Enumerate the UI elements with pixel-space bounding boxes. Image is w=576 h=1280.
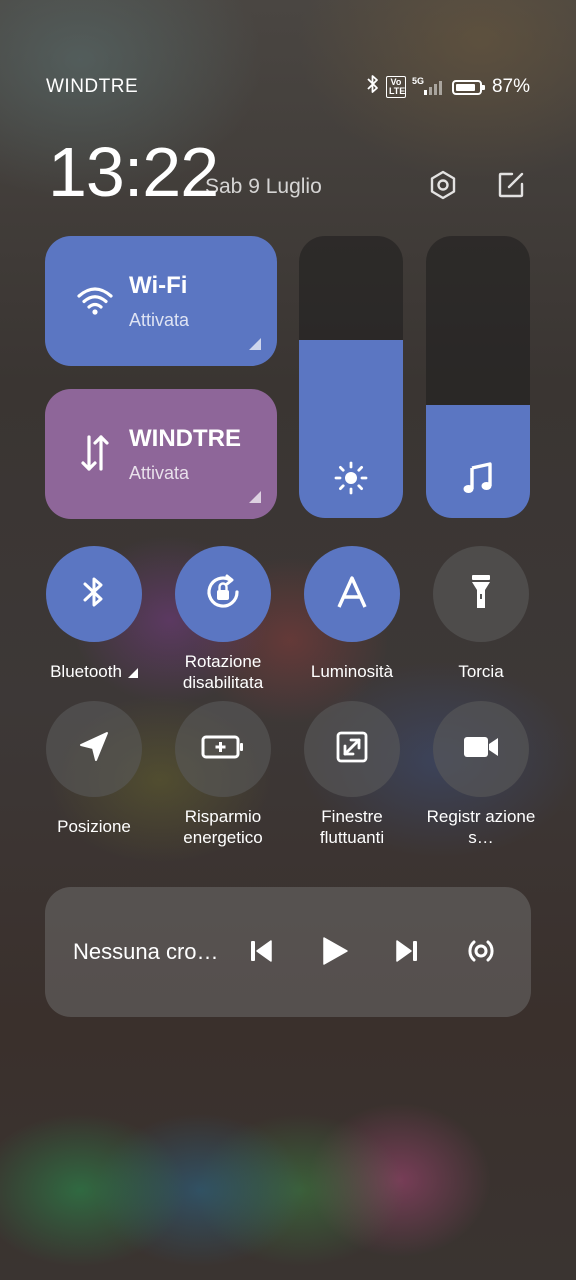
battery-percent: 87% — [491, 76, 530, 97]
wifi-icon — [75, 280, 115, 320]
auto-brightness-label: Luminosità — [310, 662, 394, 681]
flashlight-icon — [469, 573, 493, 616]
media-player[interactable]: Nessuna cro… — [45, 887, 531, 1017]
cast-icon[interactable] — [463, 933, 499, 969]
mobile-data-title: WINDTRE — [129, 425, 241, 452]
clock-time: 13:22 — [48, 133, 219, 211]
battery-saver-icon — [201, 734, 245, 765]
bluetooth-label-text: Bluetooth — [50, 662, 122, 681]
bluetooth-label: Bluetooth — [34, 661, 154, 682]
location-label: Posizione — [57, 817, 131, 836]
bluetooth-toggle[interactable] — [46, 546, 142, 642]
next-icon[interactable] — [389, 933, 425, 969]
signal-icon: 5G — [412, 76, 446, 96]
wifi-more-indicator[interactable] — [249, 338, 261, 350]
wifi-status: Attivata — [129, 310, 190, 330]
auto-brightness-icon — [335, 575, 369, 614]
volume-slider[interactable] — [426, 236, 530, 518]
settings-icon[interactable] — [426, 168, 460, 202]
location-toggle[interactable] — [46, 701, 142, 797]
rotation-lock-icon — [201, 570, 245, 619]
bluetooth-icon — [79, 574, 109, 615]
mobile-data-more-indicator[interactable] — [249, 491, 261, 503]
battery-saver-label: Risparmio energetico — [183, 807, 263, 847]
flashlight-toggle[interactable] — [433, 546, 529, 642]
status-icons: Vo LTE 5G 87% — [366, 74, 530, 100]
bluetooth-icon — [366, 74, 380, 100]
media-title: Nessuna cro… — [73, 939, 219, 964]
edit-icon[interactable] — [494, 168, 528, 202]
rotation-lock-label: Rotazione disabilitata — [182, 652, 264, 692]
sun-icon — [333, 460, 369, 496]
floating-window-label: Finestre fluttuanti — [319, 807, 385, 847]
flashlight-label: Torcia — [458, 662, 504, 681]
data-arrows-icon — [75, 433, 115, 473]
battery-icon — [451, 79, 485, 95]
auto-brightness-toggle[interactable] — [304, 546, 400, 642]
location-icon — [77, 730, 111, 769]
volte-icon: Vo LTE — [385, 76, 406, 98]
floating-window-toggle[interactable] — [304, 701, 400, 797]
video-camera-icon — [462, 734, 500, 765]
carrier-name: WINDTRE — [46, 76, 139, 97]
wifi-title: Wi-Fi — [129, 272, 188, 299]
floating-window-icon — [335, 730, 369, 769]
screen-recorder-label: Registr azione s… — [426, 807, 536, 847]
screen-recorder-toggle[interactable] — [433, 701, 529, 797]
previous-icon[interactable] — [243, 933, 279, 969]
mobile-data-status: Attivata — [129, 463, 190, 483]
bluetooth-more-indicator[interactable] — [127, 667, 138, 678]
play-icon[interactable] — [316, 933, 352, 969]
battery-saver-toggle[interactable] — [175, 701, 271, 797]
date-label: Sab 9 Luglio — [205, 175, 322, 198]
brightness-slider[interactable] — [299, 236, 403, 518]
wifi-tile[interactable]: Wi-Fi Attivata — [45, 236, 277, 366]
rotation-lock-toggle[interactable] — [175, 546, 271, 642]
music-note-icon — [460, 460, 496, 496]
mobile-data-tile[interactable]: WINDTRE Attivata — [45, 389, 277, 519]
